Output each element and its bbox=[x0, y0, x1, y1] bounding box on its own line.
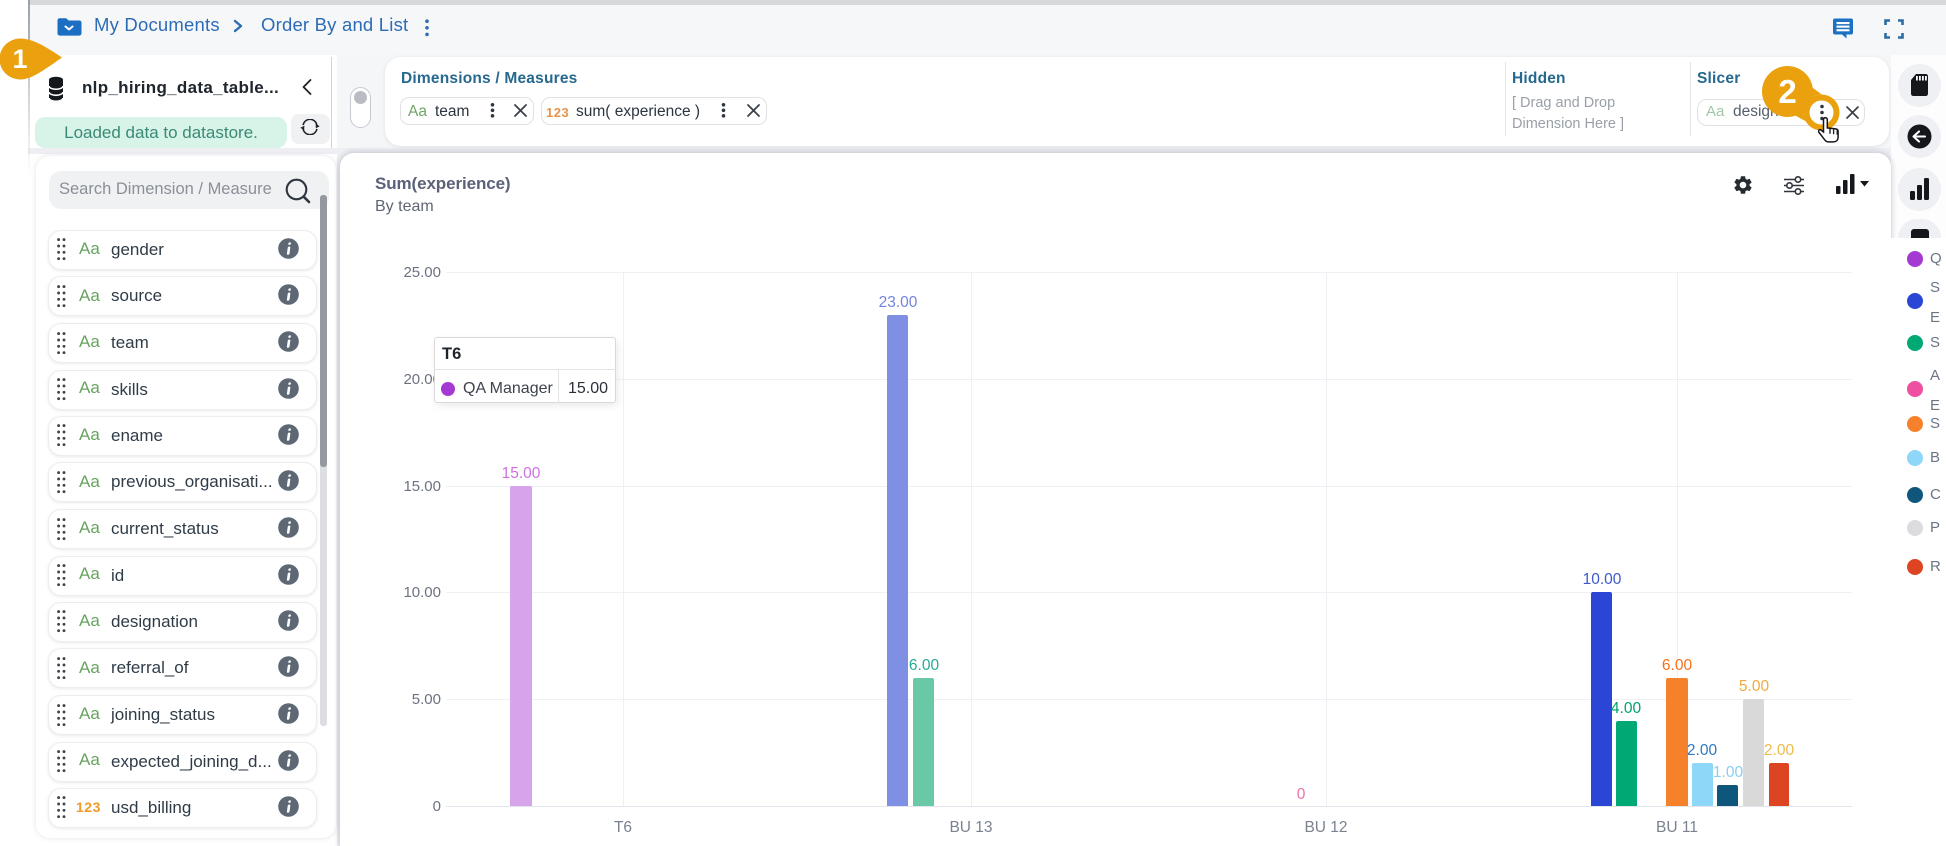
svg-text:1: 1 bbox=[12, 44, 27, 74]
svg-text:2: 2 bbox=[1778, 73, 1796, 110]
